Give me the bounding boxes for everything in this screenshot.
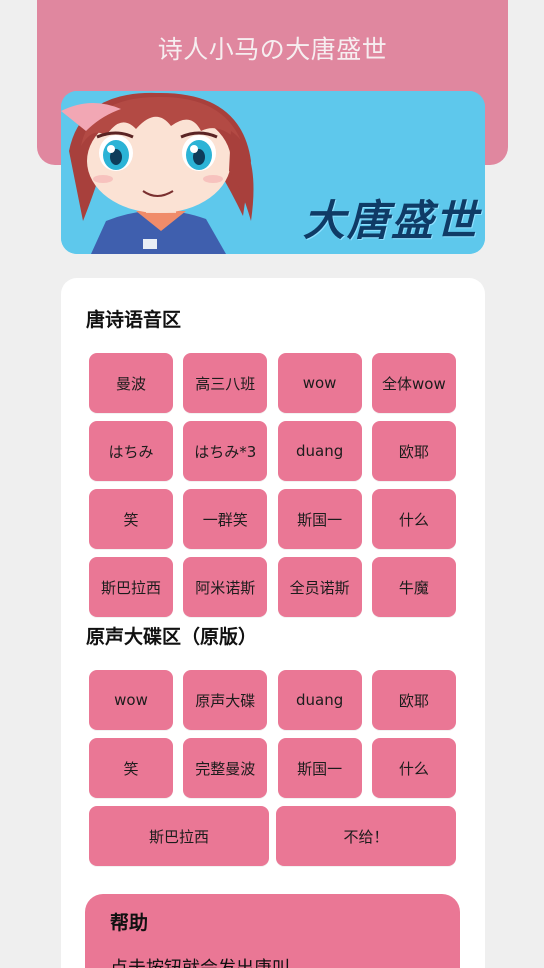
app-title: 诗人小马の大唐盛世 — [157, 35, 388, 64]
sound-button[interactable]: wow — [89, 670, 173, 730]
sound-button[interactable]: 什么 — [371, 738, 456, 798]
sound-button[interactable]: 高三八班 — [183, 353, 268, 413]
sound-button[interactable]: 全员诺斯 — [277, 557, 362, 617]
sound-button[interactable]: 原声大碟 — [183, 670, 268, 730]
sound-button[interactable]: はちみ*3 — [183, 421, 268, 481]
sound-button[interactable]: 斯巴拉西 — [89, 557, 173, 617]
help-title: 帮助 — [110, 912, 149, 934]
sound-button-wide[interactable]: 斯巴拉西 — [89, 806, 269, 866]
sound-button[interactable]: 什么 — [371, 489, 456, 549]
sound-button[interactable]: 一群笑 — [183, 489, 268, 549]
section-title-poems: 唐诗语音区 — [86, 309, 182, 331]
sound-button-wide[interactable]: 不给！ — [276, 806, 456, 866]
sound-button[interactable]: 完整曼波 — [183, 738, 268, 798]
sound-button[interactable]: wow — [277, 353, 362, 413]
poems-button-grid: 曼波 高三八班 wow 全体wow はちみ はちみ*3 duang 欧耶 笑 一… — [89, 353, 456, 617]
sound-button[interactable]: 斯国一 — [277, 489, 362, 549]
sound-button[interactable]: 牛魔 — [371, 557, 456, 617]
sound-button[interactable]: 阿米诺斯 — [183, 557, 268, 617]
sound-button[interactable]: 欧耶 — [371, 670, 456, 730]
sound-button[interactable]: 曼波 — [89, 353, 173, 413]
help-text: 点击按钮就会发出唐叫 — [110, 954, 290, 968]
main-card: 唐诗语音区 曼波 高三八班 wow 全体wow はちみ はちみ*3 duang … — [61, 278, 485, 968]
sound-button[interactable]: 欧耶 — [371, 421, 456, 481]
original-button-grid: wow 原声大碟 duang 欧耶 笑 完整曼波 斯国一 什么 — [89, 670, 456, 798]
sound-button[interactable]: 斯国一 — [277, 738, 362, 798]
sound-button[interactable]: duang — [277, 421, 362, 481]
banner-title: 大唐盛世 — [302, 196, 479, 245]
section-title-original: 原声大碟区（原版） — [86, 626, 258, 648]
sound-button[interactable]: 全体wow — [371, 353, 456, 413]
sound-button[interactable]: はちみ — [89, 421, 173, 481]
app-page: 诗人小马の大唐盛世 大唐盛世 唐诗语音区 曼波 高三八班 wow 全体wow は… — [0, 0, 544, 968]
sound-button[interactable]: 笑 — [89, 738, 173, 798]
original-wide-button-row: 斯巴拉西 不给！ — [89, 806, 456, 866]
sound-button[interactable]: duang — [277, 670, 362, 730]
banner-image: 大唐盛世 — [61, 91, 485, 254]
sound-button[interactable]: 笑 — [89, 489, 173, 549]
help-panel: 帮助 点击按钮就会发出唐叫 — [85, 894, 460, 968]
